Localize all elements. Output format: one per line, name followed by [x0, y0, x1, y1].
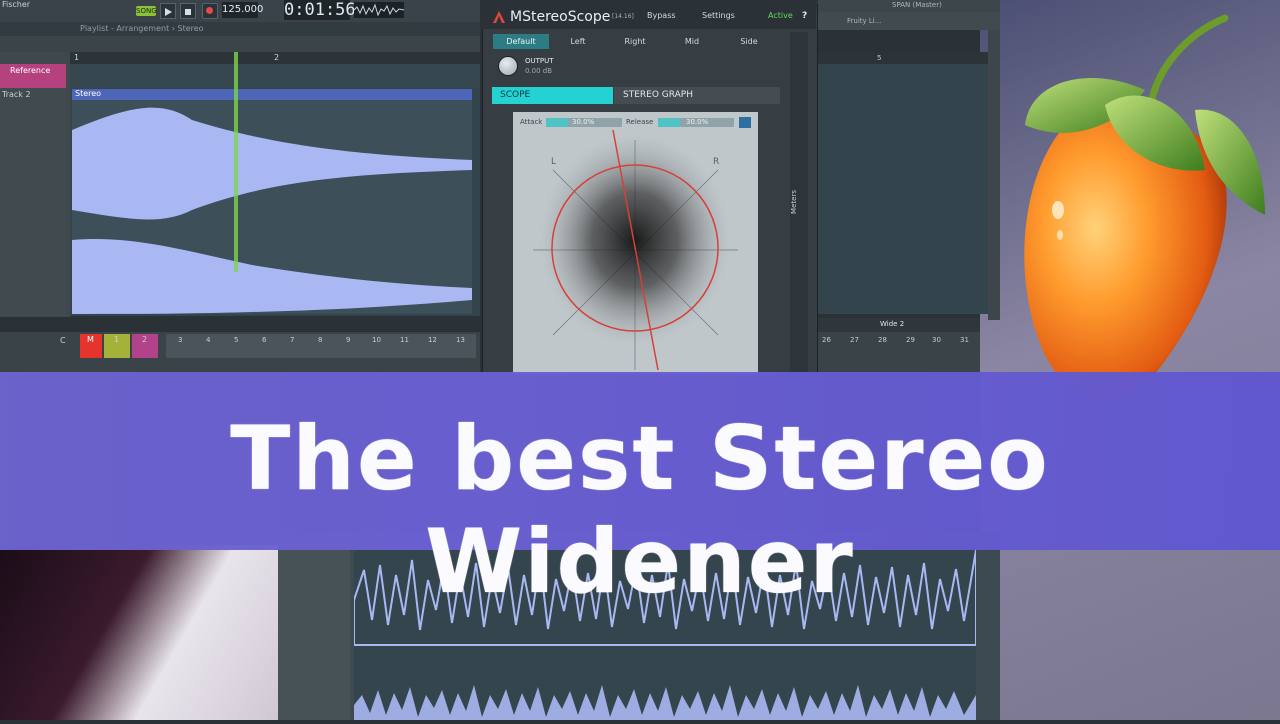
rack-channel-m-label: M: [87, 335, 94, 344]
attack-value: 30.0%: [572, 118, 595, 126]
step-number: 4: [206, 336, 211, 344]
fruity-plugin-bar[interactable]: [818, 12, 1000, 30]
tab-side[interactable]: Side: [721, 34, 777, 49]
step-number: 13: [456, 336, 465, 344]
step-number: 7: [290, 336, 295, 344]
rack-channel-master[interactable]: M: [80, 334, 102, 358]
time-display: 0:01:56: [284, 0, 356, 20]
playlist-ruler[interactable]: 1 2: [70, 52, 480, 64]
scope-vectorscope: [533, 130, 738, 371]
step-number: 30: [932, 336, 941, 344]
audio-clip-header[interactable]: Stereo: [72, 89, 472, 100]
tempo-display[interactable]: 125.000: [222, 2, 263, 18]
stop-button[interactable]: [180, 3, 196, 19]
step-number: 12: [428, 336, 437, 344]
right-playlist-lanes[interactable]: [818, 64, 988, 314]
rack-channel-2-label: 2: [142, 335, 148, 344]
ruler-bar-2: 2: [274, 53, 280, 62]
help-button[interactable]: ?: [802, 11, 807, 21]
meters-label: Meters: [790, 190, 798, 214]
release-slider-fill: [658, 118, 680, 127]
song-mode-button[interactable]: SONG: [136, 6, 157, 16]
attack-slider-fill: [546, 118, 568, 127]
track-header-track-2[interactable]: Track 2: [0, 88, 66, 316]
play-button[interactable]: [160, 3, 176, 19]
step-number: 27: [850, 336, 859, 344]
attack-label: Attack: [520, 118, 543, 126]
tab-scope[interactable]: SCOPE: [492, 87, 613, 104]
bypass-button[interactable]: Bypass: [647, 11, 676, 20]
step-number: 10: [372, 336, 381, 344]
step-number: 26: [822, 336, 831, 344]
rack-channel-1-label: 1: [114, 335, 120, 344]
step-number: 3: [178, 336, 183, 344]
output-value: 0.00 dB: [525, 67, 553, 75]
track-label-reference: Reference: [10, 66, 51, 75]
right-ruler[interactable]: [818, 52, 988, 64]
plugin-version: [14.16]: [612, 13, 634, 20]
record-icon: [206, 7, 213, 14]
playlist-title-bar: [0, 22, 480, 36]
wide-step-grid[interactable]: [818, 332, 980, 372]
mini-waveform-monitor: [353, 2, 405, 18]
step-number: 28: [878, 336, 887, 344]
rack-channel-c[interactable]: C: [60, 336, 66, 345]
user-name: Fischer: [2, 0, 31, 9]
track-lane-reference[interactable]: [70, 64, 480, 88]
playhead-marker[interactable]: [234, 52, 238, 272]
step-number: 8: [318, 336, 323, 344]
tab-stereo-graph[interactable]: STEREO GRAPH: [614, 87, 780, 104]
ruler-bar-1: 1: [74, 53, 80, 62]
fruity-plugin-title: Fruity Li...: [847, 17, 882, 25]
step-number: 5: [234, 336, 239, 344]
rack-channel-1[interactable]: 1: [104, 334, 130, 358]
step-number: 9: [346, 336, 351, 344]
step-number: 11: [400, 336, 409, 344]
wide-pattern-label: Wide 2: [880, 320, 905, 328]
clip-label: Stereo: [75, 89, 102, 98]
stop-icon: [185, 9, 191, 15]
tab-right[interactable]: Right: [607, 34, 663, 49]
track-header-reference[interactable]: Reference: [0, 64, 66, 88]
step-number: 6: [262, 336, 267, 344]
plugin-title: MStereoScope: [510, 9, 611, 25]
playlist-toolbar: [0, 36, 480, 52]
playlist-breadcrumb: Playlist - Arrangement › Stereo: [80, 24, 204, 33]
vertical-scrollbar[interactable]: [988, 30, 1000, 320]
fl-studio-fruit-logo: [1024, 14, 1265, 401]
step-number: 31: [960, 336, 969, 344]
step-number: 29: [906, 336, 915, 344]
tab-left[interactable]: Left: [550, 34, 606, 49]
active-toggle[interactable]: Active: [768, 11, 793, 20]
track-label-track-2: Track 2: [2, 90, 31, 99]
release-label: Release: [626, 118, 654, 126]
tab-default[interactable]: Default: [493, 34, 549, 49]
banner-headline: The best Stereo Widener: [230, 407, 1050, 613]
audio-clip-waveform[interactable]: [72, 100, 472, 314]
settings-button[interactable]: Settings: [702, 11, 735, 20]
waveform-graphic: [72, 107, 472, 314]
play-icon: [165, 8, 172, 16]
output-gain-knob[interactable]: [498, 56, 518, 76]
tab-mid[interactable]: Mid: [664, 34, 720, 49]
output-label: OUTPUT: [525, 57, 554, 65]
melda-logo-icon: [493, 11, 505, 23]
link-toggle-button[interactable]: [739, 117, 751, 128]
span-title: SPAN (Master): [892, 1, 942, 9]
release-value: 30.0%: [686, 118, 709, 126]
ruler-bar-5: 5: [877, 54, 882, 62]
rack-channel-2[interactable]: 2: [132, 334, 158, 358]
